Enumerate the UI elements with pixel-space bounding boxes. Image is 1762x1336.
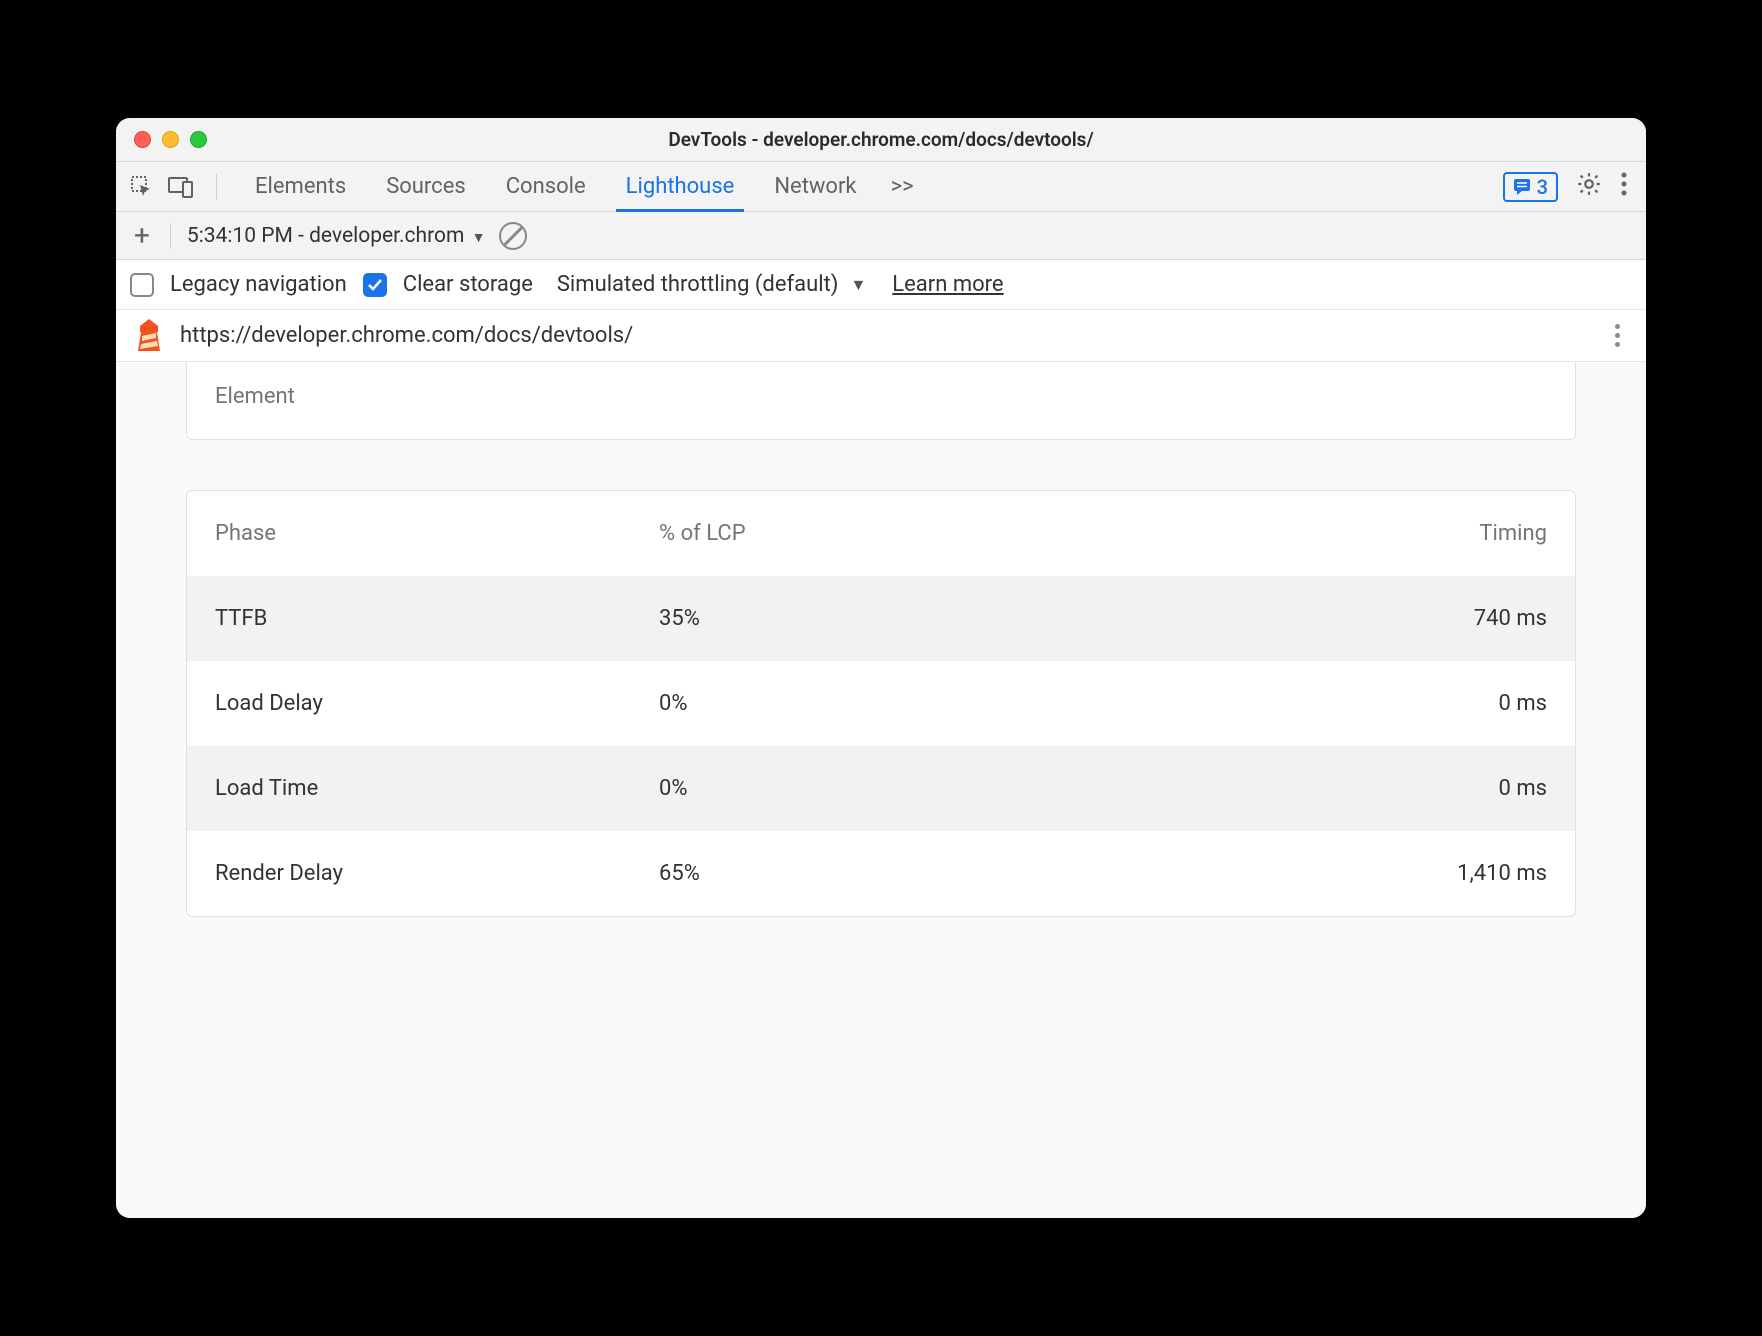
- issues-count: 3: [1537, 175, 1548, 199]
- overflow-tabs-button[interactable]: >>: [877, 174, 928, 199]
- tab-sources[interactable]: Sources: [366, 162, 486, 211]
- cell-phase: TTFB: [215, 606, 659, 631]
- cell-timing: 0 ms: [1103, 776, 1547, 801]
- col-timing: Timing: [1103, 521, 1547, 546]
- tab-network[interactable]: Network: [754, 162, 876, 211]
- cell-phase: Load Delay: [215, 691, 659, 716]
- divider: [170, 223, 171, 249]
- cell-pct: 0%: [659, 776, 1103, 801]
- kebab-icon: [1620, 171, 1628, 197]
- tab-lighthouse[interactable]: Lighthouse: [606, 162, 755, 211]
- cell-pct: 65%: [659, 861, 1103, 886]
- divider: [216, 174, 217, 200]
- tabs-row: Elements Sources Console Lighthouse Netw…: [116, 162, 1646, 212]
- col-pct: % of LCP: [659, 521, 1103, 546]
- table-row: TTFB 35% 740 ms: [187, 576, 1575, 661]
- clear-storage-checkbox[interactable]: [363, 273, 387, 297]
- cell-phase: Load Time: [215, 776, 659, 801]
- tab-elements[interactable]: Elements: [235, 162, 366, 211]
- table-row: Render Delay 65% 1,410 ms: [187, 831, 1575, 916]
- lighthouse-icon: [134, 318, 164, 354]
- clear-storage-label: Clear storage: [403, 272, 533, 297]
- window-title: DevTools - developer.chrome.com/docs/dev…: [116, 128, 1646, 151]
- report-menu-button[interactable]: [1615, 324, 1628, 347]
- issues-badge[interactable]: 3: [1503, 172, 1558, 202]
- url-row: https://developer.chrome.com/docs/devtoo…: [116, 310, 1646, 362]
- settings-button[interactable]: [1576, 171, 1602, 203]
- cell-pct: 35%: [659, 606, 1103, 631]
- legacy-nav-checkbox[interactable]: [130, 273, 154, 297]
- table-row: Load Time 0% 0 ms: [187, 746, 1575, 831]
- element-card: Element: [186, 362, 1576, 440]
- new-report-button[interactable]: +: [130, 219, 154, 252]
- gear-icon: [1576, 171, 1602, 197]
- content-area: Element Phase % of LCP Timing TTFB 35% 7…: [116, 362, 1646, 1218]
- learn-more-link[interactable]: Learn more: [892, 272, 1003, 297]
- clear-button[interactable]: [499, 222, 527, 250]
- cell-timing: 0 ms: [1103, 691, 1547, 716]
- report-dropdown[interactable]: 5:34:10 PM - developer.chrom ▼: [187, 224, 486, 248]
- table-row: Load Delay 0% 0 ms: [187, 661, 1575, 746]
- lighthouse-toolbar: + 5:34:10 PM - developer.chrom ▼: [116, 212, 1646, 260]
- cell-timing: 740 ms: [1103, 606, 1547, 631]
- lcp-phase-table: Phase % of LCP Timing TTFB 35% 740 ms Lo…: [186, 490, 1576, 917]
- table-header: Phase % of LCP Timing: [187, 491, 1575, 576]
- options-row: Legacy navigation Clear storage Simulate…: [116, 260, 1646, 310]
- right-controls: 3: [1503, 171, 1638, 203]
- report-url: https://developer.chrome.com/docs/devtoo…: [180, 323, 633, 348]
- titlebar: DevTools - developer.chrome.com/docs/dev…: [116, 118, 1646, 162]
- minimize-window-button[interactable]: [162, 131, 179, 148]
- col-phase: Phase: [215, 521, 659, 546]
- throttling-dropdown[interactable]: Simulated throttling (default) ▼: [557, 272, 876, 297]
- throttling-label: Simulated throttling (default): [557, 272, 839, 297]
- tab-console[interactable]: Console: [486, 162, 606, 211]
- legacy-nav-label: Legacy navigation: [170, 272, 347, 297]
- traffic-lights: [116, 131, 207, 148]
- cell-timing: 1,410 ms: [1103, 861, 1547, 886]
- left-controls: [124, 174, 235, 200]
- caret-down-icon: ▼: [850, 275, 866, 295]
- inspect-icon[interactable]: [130, 175, 154, 199]
- maximize-window-button[interactable]: [190, 131, 207, 148]
- element-label: Element: [215, 384, 295, 409]
- more-button[interactable]: [1620, 171, 1628, 203]
- device-toolbar-icon[interactable]: [168, 176, 194, 198]
- cell-pct: 0%: [659, 691, 1103, 716]
- devtools-window: DevTools - developer.chrome.com/docs/dev…: [116, 118, 1646, 1218]
- close-window-button[interactable]: [134, 131, 151, 148]
- cell-phase: Render Delay: [215, 861, 659, 886]
- check-icon: [367, 277, 383, 293]
- chat-icon: [1513, 178, 1531, 196]
- caret-down-icon: ▼: [472, 230, 486, 246]
- report-dropdown-label: 5:34:10 PM - developer.chrom: [187, 224, 464, 248]
